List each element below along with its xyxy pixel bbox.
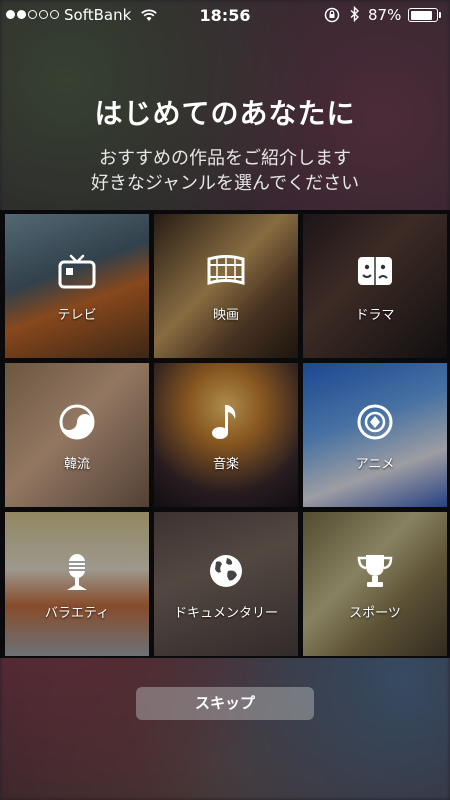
genre-tile-documentary[interactable]: ドキュメンタリー [154, 512, 298, 656]
rotation-lock-icon [324, 7, 340, 27]
genre-label: テレビ [57, 308, 97, 323]
genre-label: アニメ [355, 457, 395, 472]
genre-tile-tv[interactable]: テレビ [5, 214, 149, 358]
genre-tile-movie[interactable]: 映画 [154, 214, 298, 358]
genre-tile-music[interactable]: 音楽 [154, 363, 298, 507]
genre-grid: テレビ 映画 ドラマ 韓流 音楽 アニメ バラエティ ドキュメンタリー スポーツ [0, 210, 450, 658]
tv-icon [58, 254, 96, 294]
genre-label: ドラマ [355, 308, 395, 323]
skip-button[interactable]: スキップ [136, 687, 314, 720]
genre-tile-sports[interactable]: スポーツ [303, 512, 447, 656]
battery-percent: 87% [368, 6, 402, 24]
bluetooth-icon [350, 5, 360, 26]
status-bar: SoftBank 18:56 87% [0, 0, 450, 30]
subtitle-line-1: おすすめの作品をご紹介します [99, 148, 351, 169]
music-note-icon [209, 403, 243, 445]
genre-label: バラエティ [44, 606, 110, 621]
genre-tile-korean[interactable]: 韓流 [5, 363, 149, 507]
genre-tile-anime[interactable]: アニメ [303, 363, 447, 507]
globe-icon [207, 552, 245, 594]
genre-label: 音楽 [212, 457, 239, 472]
film-icon [207, 254, 245, 292]
battery-icon [408, 8, 441, 22]
genre-label: ドキュメンタリー [173, 606, 278, 621]
genre-label: スポーツ [349, 606, 401, 621]
genre-tile-drama[interactable]: ドラマ [303, 214, 447, 358]
drama-masks-icon [356, 254, 394, 292]
genre-label: 韓流 [63, 457, 90, 472]
genre-label: 映画 [212, 308, 239, 323]
trophy-icon [356, 552, 394, 594]
anime-icon [356, 403, 394, 445]
page-title: はじめてのあなたに [94, 97, 356, 130]
korean-yinyang-icon [58, 403, 96, 445]
genre-tile-variety[interactable]: バラエティ [5, 512, 149, 656]
microphone-icon [62, 552, 92, 596]
subtitle-line-2: 好きなジャンルを選んでください [90, 173, 360, 194]
